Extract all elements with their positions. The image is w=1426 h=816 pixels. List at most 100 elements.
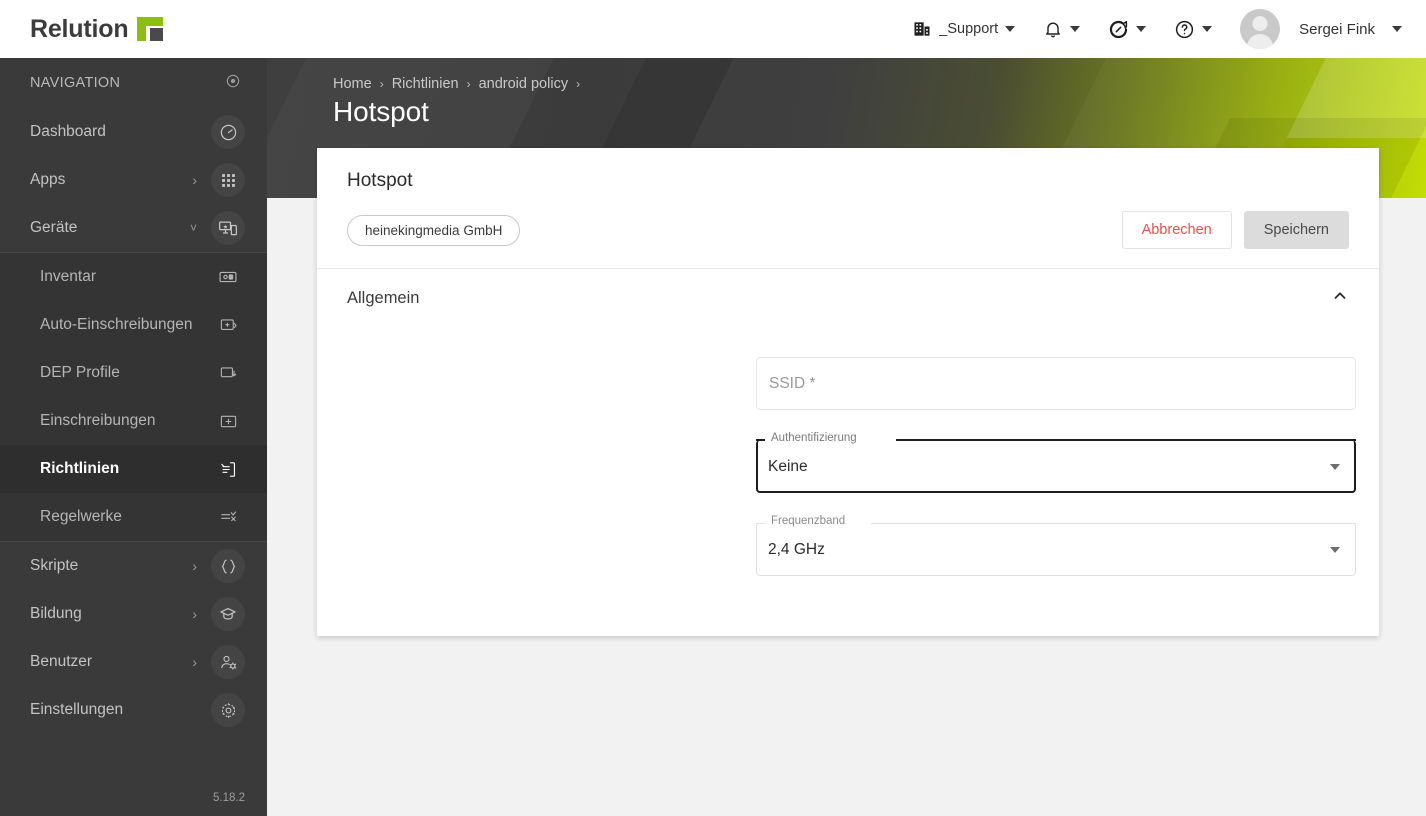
organization-chip[interactable]: heinekingmedia GmbH — [347, 214, 521, 246]
sidebar-item-label: Inventar — [40, 268, 97, 285]
sidebar-item-label: Bildung — [30, 605, 82, 622]
policy-card: Hotspot heinekingmedia GmbH Abbrechen Sp… — [317, 148, 1379, 636]
section-header-allgemein[interactable]: Allgemein — [317, 269, 1379, 327]
sidebar-item-label: DEP Profile — [40, 364, 120, 381]
sidebar-item-label: Auto-Einschreibungen — [40, 316, 193, 333]
frequenzband-value: 2,4 GHz — [768, 540, 825, 558]
sidebar-heading-label: NAVIGATION — [30, 75, 121, 91]
chevron-right-icon: › — [192, 172, 197, 188]
authentifizierung-select[interactable]: Authentifizierung Keine — [756, 432, 1356, 493]
sidebar-heading: NAVIGATION — [0, 58, 267, 108]
sidebar-item-geraete[interactable]: Geräte ˅ — [0, 204, 267, 252]
sidebar-item-benutzer[interactable]: Benutzer › — [0, 638, 267, 686]
code-braces-icon — [211, 549, 245, 583]
app-version: 5.18.2 — [213, 792, 245, 804]
brand-name: Relution — [30, 14, 129, 43]
sidebar-item-einschreibungen[interactable]: Einschreibungen — [0, 397, 267, 445]
breadcrumb-item-android-policy[interactable]: android policy — [479, 76, 568, 92]
sidebar-item-label: Einschreibungen — [40, 412, 156, 429]
card-actions: Abbrechen Speichern — [1121, 211, 1349, 249]
frequenzband-label: Frequenzband — [767, 515, 850, 527]
auto-enroll-icon — [211, 308, 245, 342]
brand-logo[interactable]: Relution — [30, 14, 164, 44]
sidebar-item-skripte[interactable]: Skripte › — [0, 542, 267, 590]
notifications-menu[interactable] — [1029, 0, 1094, 58]
field-frequenzband: Frequenzband 2,4 GHz — [756, 515, 1356, 576]
sidebar-item-inventar[interactable]: Inventar — [0, 253, 267, 301]
ssid-input[interactable]: SSID * — [756, 357, 1356, 410]
app-root: Relution _Support Sergei Fink Home › Ric… — [0, 0, 1426, 816]
sidebar-item-auto-einschreibungen[interactable]: Auto-Einschreibungen — [0, 301, 267, 349]
sidebar-item-dep-profile[interactable]: DEP Profile — [0, 349, 267, 397]
card-header: Hotspot — [317, 148, 1379, 192]
chevron-down-icon: ˅ — [189, 221, 197, 235]
graduation-cap-icon — [211, 597, 245, 631]
rules-checklist-icon — [211, 500, 245, 534]
chevron-down-icon — [1202, 26, 1213, 32]
user-avatar-icon — [1240, 9, 1281, 49]
chevron-right-icon: › — [192, 654, 197, 670]
chevron-down-icon — [1136, 26, 1147, 32]
breadcrumb-separator: › — [379, 77, 384, 91]
chevron-down-icon — [1392, 26, 1402, 32]
notifications-bell-icon — [1043, 19, 1063, 39]
chevron-right-icon: › — [192, 606, 197, 622]
breadcrumb-item-richtlinien[interactable]: Richtlinien — [392, 76, 459, 92]
section-title: Allgemein — [347, 288, 420, 307]
chevron-right-icon: › — [192, 558, 197, 574]
enroll-plus-icon — [211, 404, 245, 438]
sidebar-item-label: Dashboard — [30, 123, 106, 140]
dropdown-arrow-icon[interactable] — [1330, 546, 1340, 553]
field-ssid: SSID * — [756, 357, 1356, 410]
chevron-down-icon — [1005, 26, 1016, 32]
sidebar-item-label: Geräte — [30, 219, 78, 236]
sidebar-item-label: Benutzer — [30, 653, 93, 670]
help-question-icon — [1174, 19, 1195, 40]
organization-building-icon — [912, 19, 932, 39]
authentifizierung-value: Keine — [768, 457, 808, 475]
cancel-button[interactable]: Abbrechen — [1121, 211, 1232, 249]
feedback-menu[interactable] — [1094, 0, 1160, 58]
sidebar-item-label: Apps — [30, 171, 66, 188]
user-menu[interactable]: Sergei Fink — [1226, 0, 1426, 58]
sidebar-item-bildung[interactable]: Bildung › — [0, 590, 267, 638]
organization-menu[interactable]: _Support — [898, 0, 1029, 58]
sidebar-item-einstellungen[interactable]: Einstellungen — [0, 686, 267, 734]
card-subheader: heinekingmedia GmbH Abbrechen Speichern — [317, 192, 1379, 268]
user-settings-icon — [211, 645, 245, 679]
authentifizierung-label: Authentifizierung — [767, 432, 861, 444]
breadcrumb-separator: › — [466, 77, 471, 91]
inventory-device-icon — [211, 260, 245, 294]
save-button[interactable]: Speichern — [1243, 211, 1349, 249]
ssid-placeholder: SSID * — [769, 374, 816, 392]
speedometer-icon — [211, 115, 245, 149]
sidebar-group-primary-top: Dashboard Apps › Geräte ˅ — [0, 108, 267, 252]
sidebar: NAVIGATION Dashboard Apps › Geräte ˅ Inv… — [0, 58, 267, 816]
organization-label: _Support — [939, 21, 999, 37]
breadcrumb: Home › Richtlinien › android policy › — [333, 76, 580, 92]
sidebar-group-primary-bottom: Skripte › Bildung › Benutzer › Einstellu… — [0, 542, 267, 734]
breadcrumb-item-home[interactable]: Home — [333, 76, 372, 92]
card-title: Hotspot — [347, 170, 413, 191]
devices-icon — [211, 211, 245, 245]
sidebar-item-dashboard[interactable]: Dashboard — [0, 108, 267, 156]
frequenzband-select[interactable]: Frequenzband 2,4 GHz — [756, 515, 1356, 576]
chevron-up-icon[interactable] — [1331, 287, 1349, 310]
target-dot-icon[interactable] — [225, 73, 241, 93]
sidebar-item-label: Richtlinien — [40, 460, 120, 477]
dep-download-icon — [211, 356, 245, 390]
help-menu[interactable] — [1160, 0, 1226, 58]
sidebar-group-geraete-children: Inventar Auto-Einschreibungen DEP Profil… — [0, 253, 267, 541]
sidebar-item-label: Skripte — [30, 557, 79, 574]
sidebar-item-regelwerke[interactable]: Regelwerke — [0, 493, 267, 541]
sidebar-item-richtlinien[interactable]: Richtlinien — [0, 445, 267, 493]
apps-grid-icon — [211, 163, 245, 197]
sidebar-item-apps[interactable]: Apps › — [0, 156, 267, 204]
form-allgemein: SSID * Authentifizierung Keine Frequenzb… — [317, 327, 1379, 636]
sidebar-item-label: Regelwerke — [40, 508, 122, 525]
sidebar-item-label: Einstellungen — [30, 701, 124, 718]
chevron-down-icon — [1070, 26, 1081, 32]
top-bar-actions: _Support Sergei Fink — [898, 0, 1426, 58]
dropdown-arrow-icon[interactable] — [1330, 463, 1340, 470]
gear-icon — [211, 693, 245, 727]
